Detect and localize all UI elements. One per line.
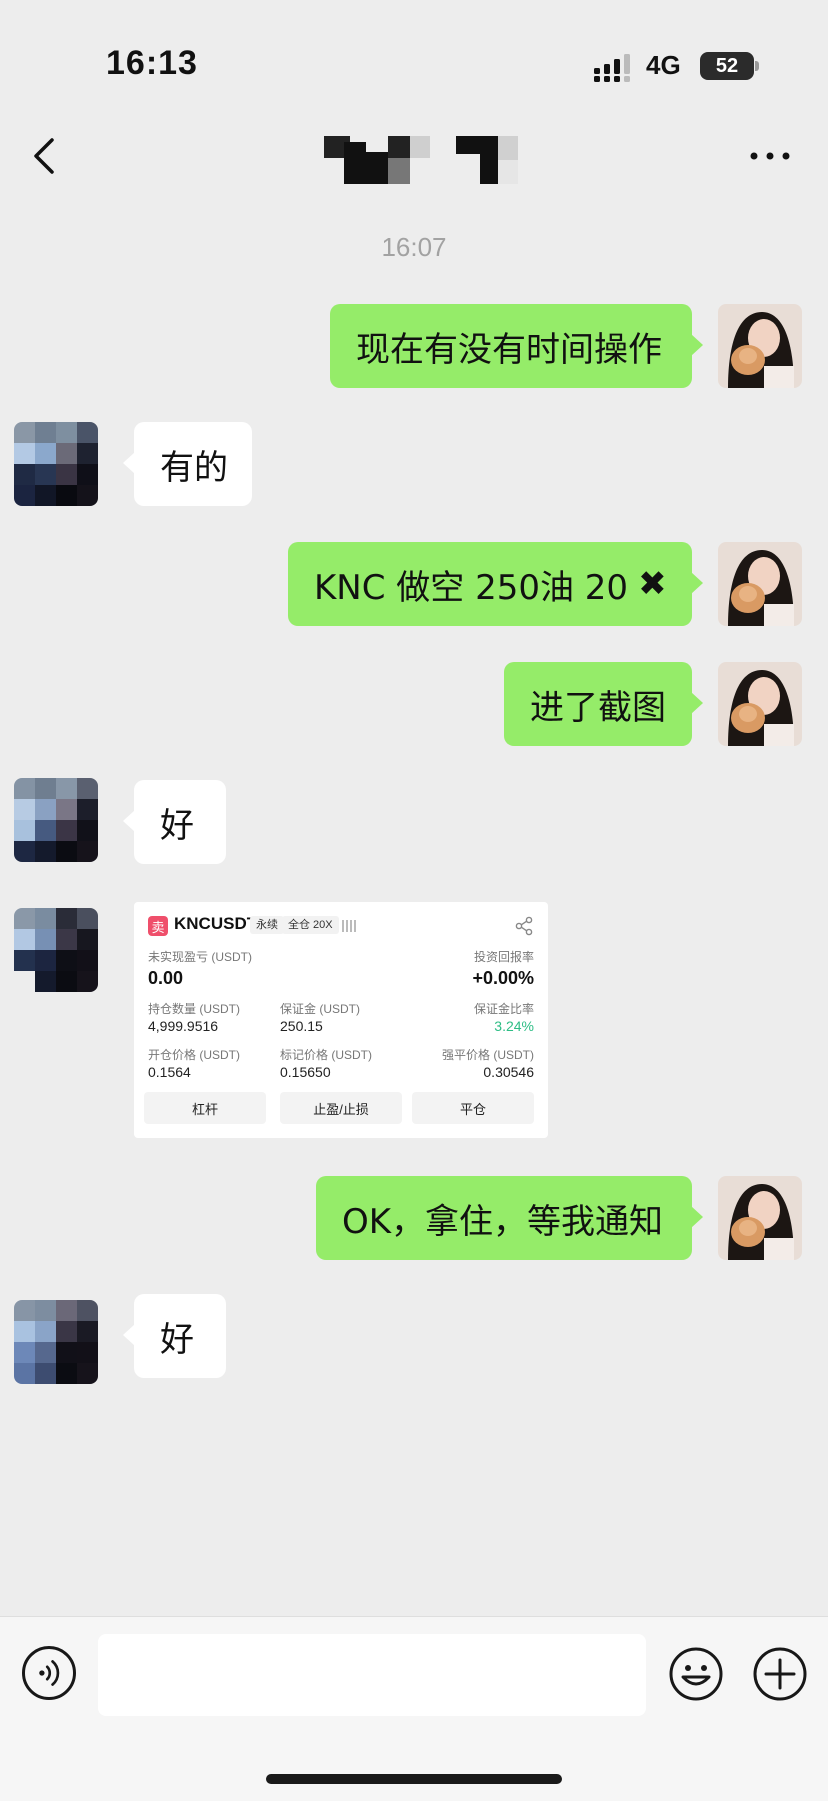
position-screenshot-image[interactable]: 卖 KNCUSDT 永续 全仓 20X 未实现盈亏 (USDT) 0.00 投资… [134, 902, 548, 1138]
contact-avatar[interactable] [14, 1300, 98, 1384]
message-bubble-incoming[interactable]: 好 [123, 1294, 226, 1378]
my-avatar[interactable] [718, 542, 802, 626]
leverage-button[interactable]: 杠杆 [144, 1092, 266, 1124]
message-bubble-outgoing[interactable]: OK，拿住，等我通知 [316, 1176, 703, 1260]
position-size-label: 持仓数量 (USDT) [148, 1002, 240, 1016]
message-text: 好 [160, 805, 194, 846]
signal-icon [594, 54, 630, 82]
share-icon[interactable] [514, 916, 534, 936]
liquidation-price-label: 强平价格 (USDT) [442, 1048, 534, 1062]
mark-price-value: 0.15650 [280, 1064, 331, 1080]
status-time: 16:13 [106, 44, 198, 82]
margin-value: 250.15 [280, 1018, 323, 1034]
message-input[interactable] [98, 1634, 646, 1716]
contact-avatar[interactable] [14, 778, 98, 862]
chat-timestamp: 16:07 [381, 232, 447, 262]
battery-level: 52 [700, 52, 754, 80]
tp-sl-button[interactable]: 止盈/止损 [280, 1092, 402, 1124]
cross-mark-emoji: ✖ [638, 564, 667, 604]
margin-mode-tag: 全仓 20X [282, 916, 339, 934]
message-bubble-incoming[interactable]: 好 [123, 780, 226, 864]
add-more-icon[interactable] [752, 1646, 808, 1702]
message-text: KNC 做空 250油 20 [314, 567, 629, 608]
contract-type-tag: 永续 [250, 916, 284, 934]
message-text: 进了截图 [530, 687, 666, 728]
network-type: 4G [646, 50, 681, 80]
entry-price-label: 开仓价格 (USDT) [148, 1048, 240, 1062]
position-size-value: 4,999.9516 [148, 1018, 219, 1034]
my-avatar[interactable] [718, 662, 802, 746]
contact-avatar[interactable] [14, 422, 98, 506]
home-indicator [266, 1774, 562, 1784]
message-bubble-outgoing[interactable]: 进了截图 [504, 662, 703, 746]
message-text: 有的 [160, 447, 228, 488]
message-bubble-outgoing[interactable]: 现在有没有时间操作 [330, 304, 703, 388]
margin-ratio-value: 3.24% [494, 1018, 534, 1034]
unrealized-pnl-label: 未实现盈亏 (USDT) [148, 950, 252, 964]
signal-bars-icon [342, 920, 356, 932]
message-text: OK，拿住，等我通知 [342, 1201, 664, 1242]
mark-price-label: 标记价格 (USDT) [280, 1048, 372, 1062]
back-chevron-icon[interactable] [30, 136, 62, 176]
close-position-button[interactable]: 平仓 [412, 1092, 534, 1124]
margin-label: 保证金 (USDT) [280, 1002, 360, 1016]
entry-price-value: 0.1564 [148, 1064, 191, 1080]
emoji-icon[interactable] [668, 1646, 724, 1702]
message-bubble-outgoing[interactable]: KNC 做空 250油 20 ✖ [288, 542, 703, 626]
message-bubble-incoming[interactable]: 有的 [123, 422, 252, 506]
voice-input-icon[interactable] [22, 1646, 76, 1700]
contact-name-redacted [316, 136, 522, 184]
margin-ratio-label: 保证金比率 [473, 1002, 534, 1016]
unrealized-pnl-value: 0.00 [148, 968, 184, 988]
message-text: 好 [160, 1319, 194, 1360]
battery-cap-icon [755, 61, 759, 71]
roi-label: 投资回报率 [473, 950, 534, 964]
contact-avatar[interactable] [14, 908, 98, 992]
message-text: 现在有没有时间操作 [356, 329, 662, 370]
liquidation-price-value: 0.30546 [483, 1064, 534, 1080]
sell-side-icon: 卖 [148, 916, 168, 936]
more-options-icon[interactable] [748, 144, 792, 168]
my-avatar[interactable] [718, 304, 802, 388]
roi-value: +0.00% [472, 968, 534, 988]
my-avatar[interactable] [718, 1176, 802, 1260]
position-symbol: KNCUSDT [174, 914, 258, 933]
